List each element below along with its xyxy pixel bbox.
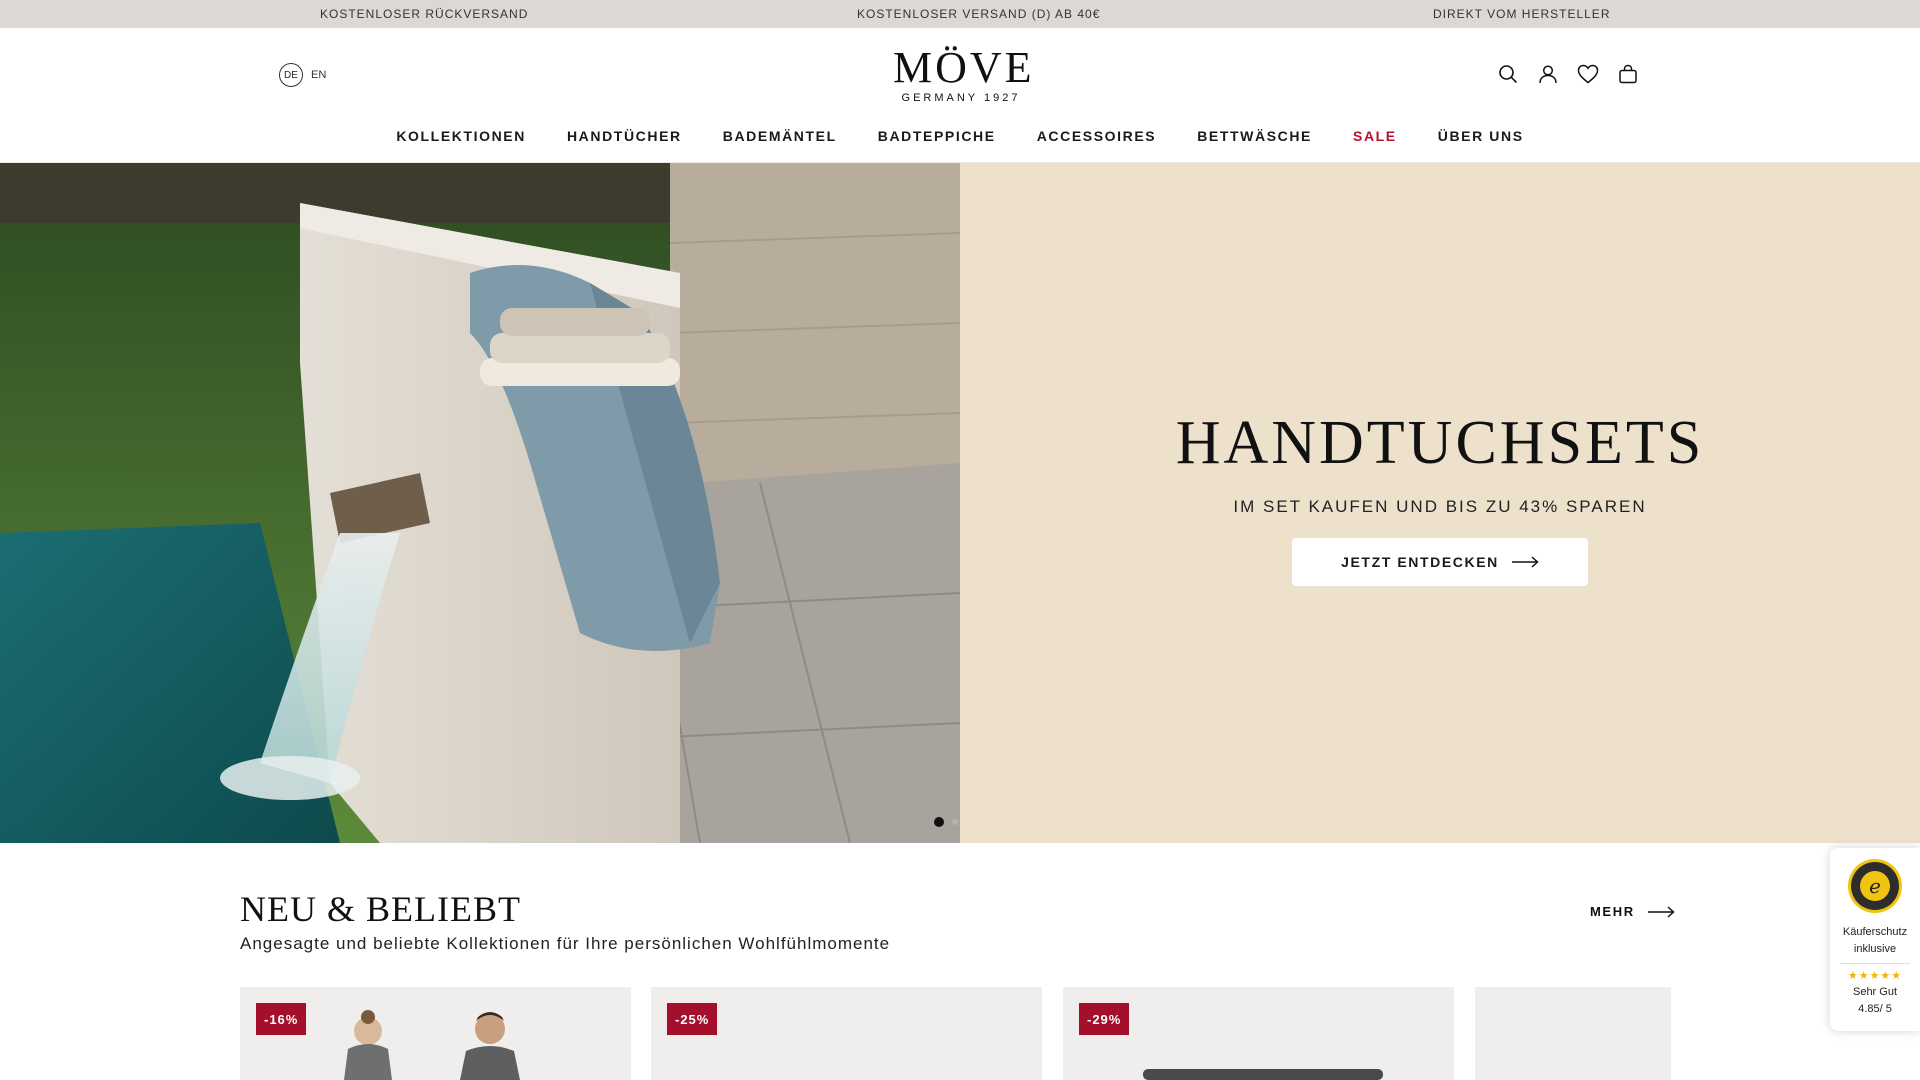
slider-dots — [934, 817, 958, 827]
language-switcher: DE EN — [279, 63, 326, 87]
language-en[interactable]: EN — [311, 69, 326, 81]
nav-item-badteppiche[interactable]: BADTEPPICHE — [878, 128, 996, 144]
account-icon[interactable] — [1536, 62, 1560, 86]
logo-wordmark: MÖVE — [893, 43, 1035, 92]
nav-item-bademaentel[interactable]: BADEMÄNTEL — [723, 128, 837, 144]
logo-tagline: GERMANY 1927 — [901, 92, 1021, 104]
language-de[interactable]: DE — [279, 63, 303, 87]
hero-title: HANDTUCHSETS — [1175, 409, 1705, 477]
product-card[interactable]: -16% — [240, 987, 631, 1080]
nav-item-handtuecher[interactable]: HANDTÜCHER — [567, 128, 682, 144]
more-link[interactable]: MEHR — [1590, 904, 1675, 919]
svg-text:e: e — [1869, 874, 1881, 898]
wishlist-heart-icon[interactable] — [1576, 62, 1600, 86]
arrow-right-icon — [1647, 905, 1675, 918]
rating-text: Sehr Gut — [1852, 986, 1898, 998]
site-logo[interactable]: MÖVE GERMANY 1927 — [893, 43, 1035, 105]
rating-score: 4.85/ 5 — [1858, 1003, 1892, 1015]
announcement-free-shipping: KOSTENLOSER VERSAND (D) AB 40€ — [857, 7, 1101, 21]
product-card[interactable] — [1475, 987, 1671, 1080]
section-title: NEU & BELIEBT — [240, 889, 521, 929]
slider-dot-active[interactable] — [934, 817, 944, 827]
trusted-shops-widget[interactable]: e Käuferschutz inklusive ★★★★★ Sehr Gut … — [1830, 848, 1920, 1031]
nav-item-ueber-uns[interactable]: ÜBER UNS — [1438, 128, 1524, 144]
cart-bag-icon[interactable] — [1616, 62, 1640, 86]
nav-item-kollektionen[interactable]: KOLLEKTIONEN — [396, 128, 526, 144]
announcement-bar: KOSTENLOSER RÜCKVERSAND KOSTENLOSER VERS… — [0, 0, 1920, 28]
main-navigation: KOLLEKTIONEN HANDTÜCHER BADEMÄNTEL BADTE… — [0, 128, 1920, 144]
trusted-shops-label-line1: Käuferschutz — [1842, 926, 1908, 938]
trusted-shops-label: Käuferschutz inklusive — [1830, 924, 1920, 958]
nav-item-bettwaesche[interactable]: BETTWÄSCHE — [1197, 128, 1312, 144]
trusted-shops-seal-icon: e — [1848, 859, 1902, 913]
nav-item-sale[interactable]: SALE — [1353, 128, 1397, 144]
search-icon[interactable] — [1496, 62, 1520, 86]
trusted-shops-label-line2: inklusive — [1853, 943, 1897, 955]
hero-banner: HANDTUCHSETS IM SET KAUFEN UND BIS ZU 43… — [0, 163, 1920, 843]
discount-badge: -29% — [1079, 1003, 1130, 1035]
divider — [1840, 963, 1910, 964]
announcement-direct-from-manufacturer: DIREKT VOM HERSTELLER — [1433, 7, 1611, 21]
product-card[interactable]: -29% — [1063, 987, 1454, 1080]
announcement-free-returns: KOSTENLOSER RÜCKVERSAND — [320, 7, 529, 21]
hero-text-panel: HANDTUCHSETS IM SET KAUFEN UND BIS ZU 43… — [960, 163, 1920, 843]
nav-item-accessoires[interactable]: ACCESSOIRES — [1037, 128, 1157, 144]
rating-stars-icon: ★★★★★ — [1847, 970, 1903, 982]
arrow-right-icon — [1511, 556, 1539, 568]
hero-subtitle: IM SET KAUFEN UND BIS ZU 43% SPAREN — [1233, 497, 1647, 516]
site-header: DE EN MÖVE GERMANY 1927 KOLLEKTIONEN HAN… — [0, 28, 1920, 163]
hero-cta-button[interactable]: JETZT ENTDECKEN — [1292, 538, 1588, 586]
discount-badge: -25% — [667, 1003, 718, 1035]
discount-badge: -16% — [256, 1003, 307, 1035]
more-link-label: MEHR — [1590, 904, 1635, 919]
hero-image-towels-pool[interactable] — [0, 163, 960, 843]
section-subtitle: Angesagte und beliebte Kollektionen für … — [240, 934, 891, 953]
product-card[interactable]: -25% — [651, 987, 1042, 1080]
header-icons — [1496, 62, 1640, 86]
slider-dot[interactable] — [952, 819, 958, 825]
hero-cta-label: JETZT ENTDECKEN — [1341, 554, 1499, 570]
